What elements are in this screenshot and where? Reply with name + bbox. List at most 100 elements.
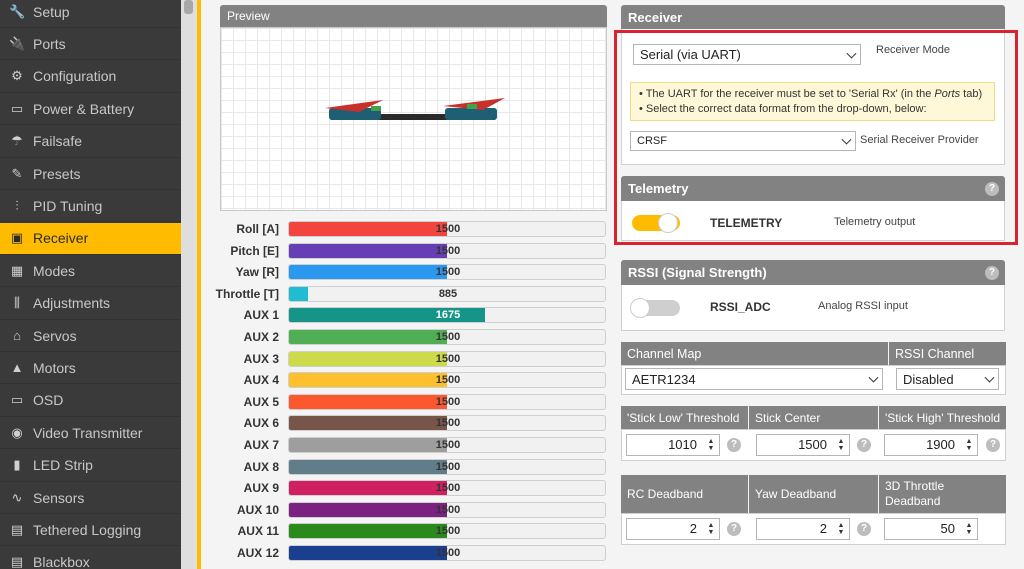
sidebar-item-label: Setup [33,3,70,20]
spinner-icon[interactable]: ▲ ▼ [837,522,845,536]
sidebar-item-tethered-logging[interactable]: ▤ Tethered Logging [0,514,181,547]
wrench-icon: 🔧 [9,3,26,19]
throttle-deadband-input[interactable]: 50 ▲ ▼ [884,518,978,540]
sidebar-item-sensors[interactable]: ∿ Sensors [0,482,181,514]
channel-label: AUX 3 [243,351,279,366]
help-icon[interactable]: ? [985,266,999,280]
sidebar-item-servos[interactable]: ⌂ Servos [0,320,181,352]
channel-value: 1500 [435,244,461,257]
channel-bar: 1500 [288,501,606,518]
toggle-knob [630,298,650,318]
spinner-icon[interactable]: ▲ ▼ [965,522,973,536]
spinner-icon[interactable]: ▲ ▼ [837,438,845,452]
stick-center-input[interactable]: 1500 ▲ ▼ [756,434,850,456]
channel-label: AUX 8 [243,459,279,474]
sidebar-item-osd[interactable]: ▭ OSD [0,385,181,417]
spinner-icon[interactable]: ▲ ▼ [707,438,715,452]
sidebar-item-setup[interactable]: 🔧 Setup [0,0,181,28]
sidebar-item-led-strip[interactable]: ▮ LED Strip [0,450,181,482]
serial-provider-select[interactable]: CRSF [630,131,856,151]
sidebar-item-receiver[interactable]: ▣ Receiver [0,222,181,255]
help-icon[interactable]: ? [985,182,999,196]
note-line-2: • Select the correct data format from th… [639,103,927,115]
channel-label: AUX 4 [243,373,279,388]
channel-bar: 1500 [288,372,606,389]
sidebar-item-label: Motors [33,359,76,376]
sidebar-item-presets[interactable]: ✎ Presets [0,158,181,190]
rssi-channel-select[interactable]: Disabled [896,368,999,390]
sidebar-item-video-transmitter[interactable]: ◉ Video Transmitter [0,417,181,450]
channel-label: AUX 12 [236,546,279,560]
preview-title: Preview [227,9,270,23]
help-icon[interactable]: ? [986,438,1000,452]
rssi-toggle-label: RSSI_ADC [710,300,771,314]
stick-low-header: 'Stick Low' Threshold [621,406,748,429]
channel-map-select[interactable]: AETR1234 [625,368,883,390]
receiver-mode-select[interactable]: Serial (via UART) [633,44,861,65]
sidebar-scrollbar[interactable] [181,0,197,569]
sidebar-scrollbar-thumb[interactable] [184,0,193,14]
sensor-icon: ∿ [11,489,23,505]
sidebar-item-label: Power & Battery [33,100,135,117]
chevron-down-icon [846,48,857,59]
sidebar-item-blackbox[interactable]: ▤ Blackbox [0,547,181,569]
sidebar-item-adjustments[interactable]: ⫼ Adjustments [0,288,181,320]
sidebar-item-label: Servos [33,327,77,344]
sidebar-item-failsafe[interactable]: ☂ Failsafe [0,126,181,158]
channel-label: AUX 6 [243,416,279,431]
channel-bar: 1500 [288,458,606,475]
channel-value: 1500 [435,223,461,235]
channel-label: AUX 5 [243,394,279,409]
sliders-icon: ⫶ [15,197,19,213]
yaw-deadband-header: Yaw Deadband [749,475,878,513]
channel-bar: 1500 [288,350,606,367]
battery-icon: ▭ [10,100,24,116]
sidebar-item-configuration[interactable]: ⚙ Configuration [0,61,181,93]
receiver-header: Receiver [621,5,1005,29]
channel-map-value: AETR1234 [632,371,696,387]
sidebar-item-label: Presets [33,165,81,182]
help-icon[interactable]: ? [727,438,741,452]
channel-label: Yaw [R] [235,265,279,280]
sidebar-item-label: LED Strip [33,457,93,474]
channel-label: Throttle [T] [215,286,279,301]
channel-label: AUX 1 [243,308,279,323]
receiver-info-note: • The UART for the receiver must be set … [630,82,995,121]
help-icon[interactable]: ? [857,522,871,536]
sidebar-item-motors[interactable]: ▲ Motors [0,352,181,385]
chevron-down-icon [841,134,852,145]
channel-value: 1500 [435,352,461,365]
sidebar-item-modes[interactable]: ▦ Modes [0,255,181,288]
yaw-deadband-input[interactable]: 2 ▲ ▼ [756,518,850,540]
channel-value: 1500 [435,439,461,451]
sidebar-item-power-battery[interactable]: ▭ Power & Battery [0,93,181,126]
help-icon[interactable]: ? [727,522,741,536]
stick-low-input[interactable]: 1010 ▲ ▼ [626,434,720,456]
sidebar-item-ports[interactable]: 🔌 Ports [0,28,181,61]
adjust-icon: ⫼ [14,295,20,311]
sidebar-item-label: Receiver [33,230,89,247]
sidebar-item-label: Video Transmitter [33,424,143,441]
rssi-toggle[interactable] [630,298,680,318]
sidebar-item-label: PID Tuning [33,197,103,214]
rssi-title: RSSI (Signal Strength) [628,265,767,280]
rc-deadband-input[interactable]: 2 ▲ ▼ [626,518,720,540]
channel-label: AUX 10 [236,502,279,517]
telemetry-toggle[interactable] [632,213,680,233]
spinner-icon[interactable]: ▲ ▼ [965,438,973,452]
channel-label: AUX 7 [243,438,279,452]
sidebar-item-pid-tuning[interactable]: ⫶ PID Tuning [0,190,181,223]
channel-value: 1500 [435,503,461,516]
spinner-icon[interactable]: ▲ ▼ [707,522,715,536]
note-line-1: • The UART for the receiver must be set … [639,88,983,100]
receiver-title: Receiver [628,9,683,25]
chevron-down-icon [984,372,995,383]
stick-high-input[interactable]: 1900 ▲ ▼ [884,434,978,456]
telemetry-description: Telemetry output [834,216,916,228]
quad-model [325,98,505,120]
rssi-channel-value: Disabled [903,371,954,387]
help-icon[interactable]: ? [857,438,871,452]
stick-high-header: 'Stick High' Threshold [879,406,1006,429]
channel-bar: 1500 [288,221,606,237]
rssi-description: Analog RSSI input [818,300,908,312]
